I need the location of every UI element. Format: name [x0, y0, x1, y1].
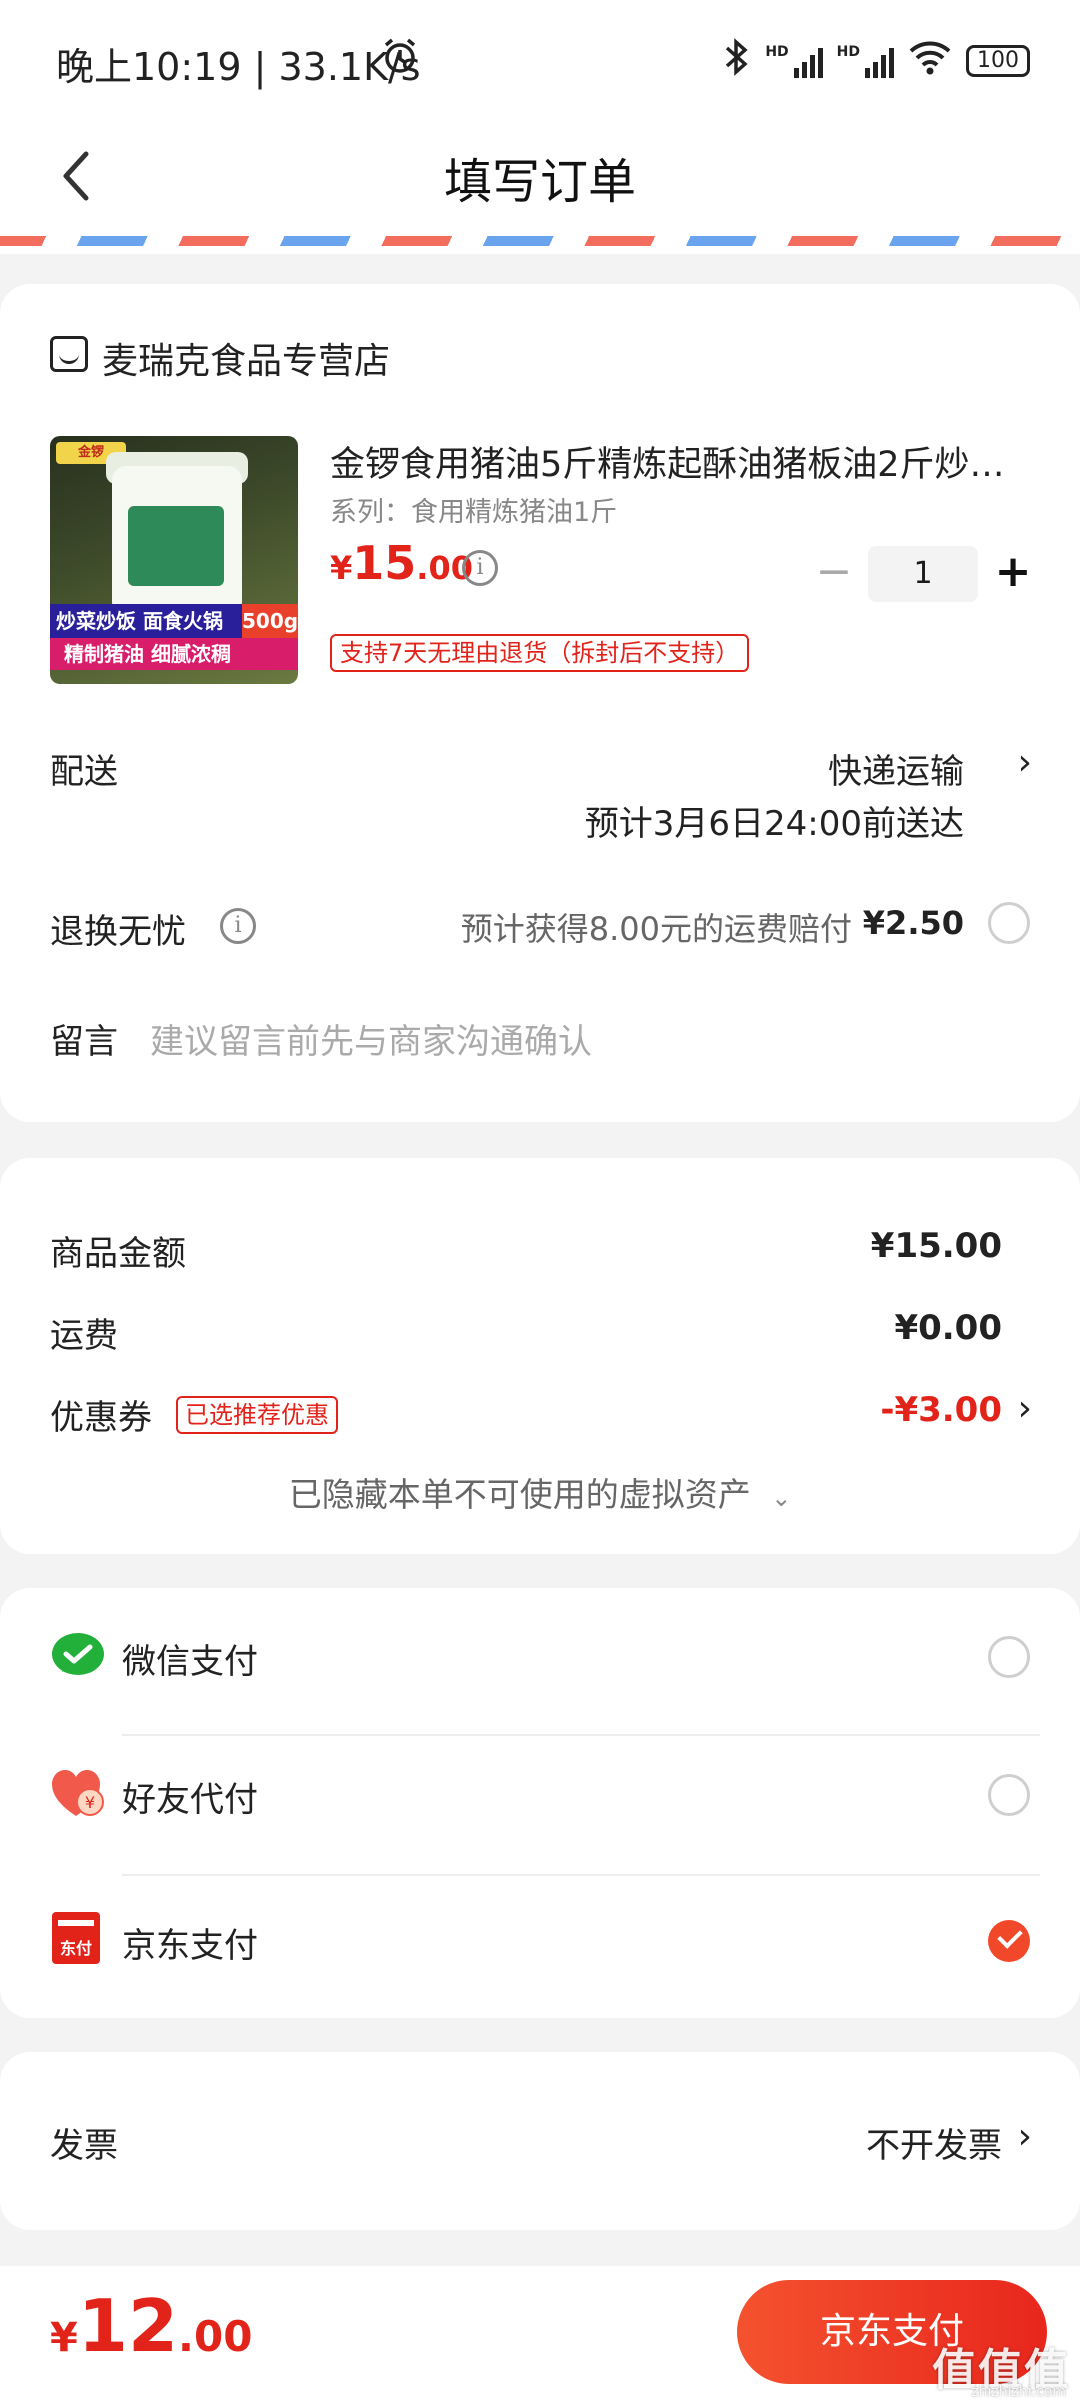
quantity-value[interactable]: 1	[868, 546, 978, 602]
svg-text:¥: ¥	[85, 1793, 95, 1812]
wifi-icon	[908, 39, 952, 82]
summary-card: 商品金额 ¥15.00 运费 ¥0.00 优惠券 已选推荐优惠 -¥3.00 ›…	[0, 1158, 1080, 1554]
goods-amount-value: ¥15.00	[870, 1226, 1002, 1266]
total-dec: .00	[178, 2312, 253, 2361]
status-icons: HD HD 100	[723, 38, 1030, 83]
radio-icon[interactable]	[988, 1774, 1030, 1816]
quantity-stepper: − 1 +	[808, 546, 1038, 602]
payment-label: 京东支付	[122, 1926, 258, 1966]
payment-label: 好友代付	[122, 1780, 258, 1820]
product-price: ¥15.00	[330, 536, 473, 590]
product-image[interactable]: 金锣 炒菜炒饭 面食火锅 500g 精制猪油 细腻浓稠	[50, 436, 298, 684]
hd-label: HD	[765, 43, 789, 60]
product-title[interactable]: 金锣食用猪油5斤精炼起酥油猪板油2斤炒…	[330, 436, 1030, 487]
delivery-method[interactable]: 快递运输	[828, 744, 964, 793]
total-int: 12	[77, 2284, 179, 2368]
price-int: 15	[352, 536, 417, 590]
hd-label-2: HD	[836, 43, 860, 60]
invoice-value[interactable]: 不开发票	[866, 2118, 1002, 2167]
price-symbol: ¥	[330, 549, 353, 587]
product-image-band2: 精制猪油 细腻浓稠	[50, 638, 298, 670]
payment-option-jd[interactable]: 东付 京东支付	[0, 1878, 1080, 2012]
product-image-weight: 500g	[242, 604, 298, 638]
shipping-label: 运费	[50, 1316, 118, 1356]
payment-option-friend[interactable]: ¥ 好友代付	[0, 1738, 1080, 1862]
shipping-value: ¥0.00	[894, 1308, 1002, 1348]
chevron-right-icon[interactable]: ›	[1018, 2116, 1032, 2157]
delivery-eta: 预计3月6日24:00前送达	[584, 804, 964, 844]
store-icon	[50, 336, 88, 372]
bottom-bar: ¥12.00 京东支付 值值值 zhizhizhi.com	[0, 2266, 1080, 2400]
jd-pay-icon: 东付	[50, 1910, 102, 1964]
signal-icon-2: HD	[837, 44, 894, 78]
total-symbol: ¥	[50, 2315, 78, 2361]
chevron-right-icon[interactable]: ›	[1018, 1388, 1032, 1429]
svg-text:东付: 东付	[60, 1939, 92, 1958]
return-worry-free-desc: 预计获得8.00元的运费赔付	[460, 910, 852, 948]
quantity-minus-button[interactable]: −	[814, 546, 854, 602]
signal-icon: HD	[765, 43, 823, 78]
quantity-plus-button[interactable]: +	[988, 546, 1038, 602]
checkmark-icon[interactable]	[988, 1920, 1030, 1962]
watermark-url: zhizhizhi.com	[971, 2384, 1066, 2400]
alarm-icon	[380, 36, 420, 80]
delivery-label: 配送	[50, 752, 118, 792]
coupon-label: 优惠券	[50, 1398, 152, 1438]
return-worry-free-price: ¥2.50	[862, 904, 964, 942]
store-card: 麦瑞克食品专营店 金锣 炒菜炒饭 面食火锅 500g 精制猪油 细腻浓稠 金锣食…	[0, 284, 1080, 1122]
invoice-card[interactable]: 发票 不开发票 ›	[0, 2052, 1080, 2230]
divider	[122, 1734, 1040, 1736]
coupon-tag: 已选推荐优惠	[176, 1396, 338, 1434]
bluetooth-icon	[723, 38, 751, 83]
chevron-down-icon: ⌄	[771, 1484, 792, 1512]
goods-amount-label: 商品金额	[50, 1234, 186, 1274]
friend-pay-icon: ¥	[50, 1768, 104, 1820]
wechat-pay-icon	[50, 1630, 104, 1682]
nav-bar: 填写订单	[0, 118, 1080, 236]
info-icon[interactable]: i	[462, 550, 498, 586]
hidden-assets-toggle[interactable]: 已隐藏本单不可使用的虚拟资产 ⌄	[0, 1468, 1080, 1516]
address-stripe	[0, 236, 1080, 254]
payment-option-wechat[interactable]: 微信支付	[0, 1588, 1080, 1724]
product-spec[interactable]: 系列：食用精炼猪油1斤	[330, 490, 617, 529]
note-label: 留言	[50, 1022, 118, 1062]
payment-label: 微信支付	[122, 1642, 258, 1682]
chevron-right-icon[interactable]: ›	[1018, 742, 1032, 783]
info-icon[interactable]: i	[220, 908, 256, 944]
total-price: ¥12.00	[50, 2284, 252, 2368]
hidden-assets-text: 已隐藏本单不可使用的虚拟资产	[288, 1475, 751, 1514]
store-name[interactable]: 麦瑞克食品专营店	[102, 332, 390, 384]
battery-icon: 100	[966, 44, 1030, 77]
invoice-label: 发票	[50, 2126, 118, 2166]
return-policy-tag: 支持7天无理由退货（拆封后不支持）	[330, 634, 750, 672]
note-input[interactable]: 建议留言前先与商家沟通确认	[150, 1014, 592, 1063]
divider	[122, 1874, 1040, 1876]
return-worry-free-label: 退换无忧	[50, 912, 186, 952]
status-time-speed: 晚上10:19 | 33.1K/s	[56, 45, 421, 89]
return-worry-free-radio[interactable]	[988, 902, 1030, 944]
coupon-value[interactable]: -¥3.00	[880, 1390, 1002, 1430]
page-title: 填写订单	[443, 154, 636, 210]
radio-icon[interactable]	[988, 1636, 1030, 1678]
status-bar: 晚上10:19 | 33.1K/s HD HD 100	[0, 0, 1080, 118]
payment-card: 微信支付 ¥ 好友代付 东付 京东支付	[0, 1588, 1080, 2018]
